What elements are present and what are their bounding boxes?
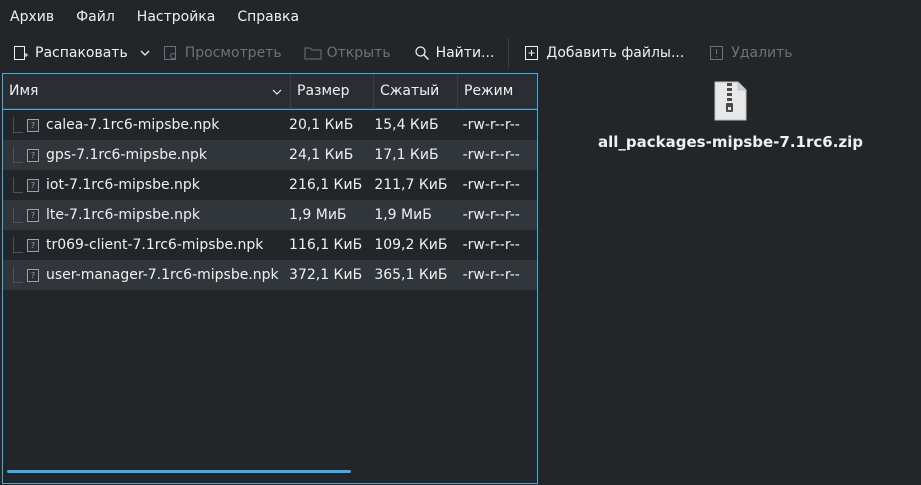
column-header-name-label: Имя (9, 83, 39, 99)
file-unknown-icon: ? (27, 238, 39, 252)
cell-name: ? user-manager-7.1rc6-mipsbe.npk (3, 267, 285, 283)
cell-name: ? lte-7.1rc6-mipsbe.npk (3, 207, 285, 223)
file-size: 24,1 КиБ (289, 147, 354, 163)
file-list-panel[interactable]: Имя Размер Сжатый Режим ? calea-7.1rc6-m… (2, 73, 538, 484)
file-name: user-manager-7.1rc6-mipsbe.npk (46, 267, 279, 283)
tree-branch (13, 162, 23, 163)
table-row[interactable]: ? calea-7.1rc6-mipsbe.npk 20,1 КиБ 15,4 … (3, 109, 537, 140)
file-mode: -rw-r--r-- (462, 237, 520, 253)
preview-label: Просмотреть (184, 45, 282, 61)
delete-label: Удалить (731, 45, 793, 61)
cell-name: ? calea-7.1rc6-mipsbe.npk (3, 117, 285, 133)
tree-line (13, 117, 14, 133)
file-name: tr069-client-7.1rc6-mipsbe.npk (46, 237, 264, 253)
cell-name: ? gps-7.1rc6-mipsbe.npk (3, 147, 285, 163)
tree-line (13, 147, 14, 163)
file-rows: ? calea-7.1rc6-mipsbe.npk 20,1 КиБ 15,4 … (3, 109, 537, 290)
tree-line (13, 267, 14, 282)
table-row[interactable]: ? lte-7.1rc6-mipsbe.npk 1,9 МиБ 1,9 МиБ … (3, 200, 537, 230)
file-mode: -rw-r--r-- (462, 117, 520, 133)
tree-branch (13, 222, 23, 223)
file-unknown-icon: ? (27, 148, 39, 162)
info-pane: all_packages-mipsbe-7.1rc6.zip (540, 73, 921, 485)
column-header-compressed-label: Сжатый (380, 83, 440, 99)
file-compressed: 109,2 КиБ (374, 237, 448, 253)
preview-button[interactable]: Просмотреть (156, 38, 288, 68)
file-mode: -rw-r--r-- (462, 147, 520, 163)
archive-filename: all_packages-mipsbe-7.1rc6.zip (598, 133, 863, 151)
file-name: calea-7.1rc6-mipsbe.npk (46, 117, 220, 133)
file-compressed: 365,1 КиБ (374, 267, 448, 283)
toolbar-separator (508, 38, 510, 68)
file-size: 1,9 МиБ (289, 207, 347, 223)
extract-dropdown-chevron-icon[interactable] (134, 38, 156, 68)
menu-settings[interactable]: Настройка (126, 0, 227, 34)
file-compressed: 1,9 МиБ (374, 207, 432, 223)
table-header: Имя Размер Сжатый Режим (3, 74, 537, 109)
toolbar: Распаковать Просмотреть Открыть Найти...… (0, 36, 921, 70)
preview-icon (162, 44, 180, 62)
column-header-mode[interactable]: Режим (458, 74, 534, 108)
menu-bar: Архив Файл Настройка Справка (0, 0, 921, 34)
file-size: 116,1 КиБ (289, 237, 363, 253)
delete-button[interactable]: Удалить (702, 38, 798, 68)
file-name: lte-7.1rc6-mipsbe.npk (46, 207, 200, 223)
file-compressed: 15,4 КиБ (374, 117, 439, 133)
column-header-size-label: Размер (297, 83, 350, 99)
file-size: 372,1 КиБ (289, 267, 363, 283)
file-mode: -rw-r--r-- (462, 177, 520, 193)
file-name: gps-7.1rc6-mipsbe.npk (46, 147, 208, 163)
folder-icon (304, 44, 322, 62)
horizontal-scrollbar[interactable] (7, 470, 351, 473)
add-file-icon (523, 44, 541, 62)
cell-name: ? iot-7.1rc6-mipsbe.npk (3, 177, 285, 193)
file-unknown-icon: ? (27, 118, 39, 132)
table-row[interactable]: ? user-manager-7.1rc6-mipsbe.npk 372,1 К… (3, 260, 537, 290)
open-button[interactable]: Открыть (298, 38, 397, 68)
table-row[interactable]: ? tr069-client-7.1rc6-mipsbe.npk 116,1 К… (3, 230, 537, 260)
file-unknown-icon: ? (27, 178, 39, 192)
file-unknown-icon: ? (27, 208, 39, 222)
menu-file[interactable]: Файл (65, 0, 126, 34)
file-compressed: 17,1 КиБ (374, 147, 439, 163)
open-label: Открыть (326, 45, 391, 61)
cell-name: ? tr069-client-7.1rc6-mipsbe.npk (3, 237, 285, 253)
find-button[interactable]: Найти... (407, 38, 501, 68)
file-size: 216,1 КиБ (289, 177, 363, 193)
tree-branch (13, 252, 23, 253)
menu-help[interactable]: Справка (226, 0, 310, 34)
file-mode: -rw-r--r-- (462, 267, 520, 283)
tree-branch (13, 192, 23, 193)
add-files-label: Добавить файлы... (546, 45, 685, 61)
column-header-size[interactable]: Размер (291, 74, 374, 108)
find-label: Найти... (435, 45, 495, 61)
tree-line (13, 177, 14, 193)
extract-button[interactable]: Распаковать (0, 38, 134, 68)
delete-file-icon (708, 44, 726, 62)
file-size: 20,1 КиБ (289, 117, 354, 133)
menu-archive[interactable]: Архив (0, 0, 65, 34)
extract-label: Распаковать (35, 45, 128, 61)
file-name: iot-7.1rc6-mipsbe.npk (46, 177, 200, 193)
zip-archive-icon (712, 81, 748, 121)
sort-chevron-down-icon (272, 74, 282, 108)
extract-icon (12, 44, 30, 62)
add-files-button[interactable]: Добавить файлы... (517, 38, 690, 68)
file-unknown-icon: ? (27, 268, 39, 282)
column-header-mode-label: Режим (464, 83, 514, 99)
file-compressed: 211,7 КиБ (374, 177, 448, 193)
table-row[interactable]: ? gps-7.1rc6-mipsbe.npk 24,1 КиБ 17,1 Ки… (3, 140, 537, 170)
tree-branch (13, 132, 23, 133)
tree-line (13, 207, 14, 223)
tree-branch (13, 282, 23, 283)
search-icon (413, 44, 431, 62)
table-row[interactable]: ? iot-7.1rc6-mipsbe.npk 216,1 КиБ 211,7 … (3, 170, 537, 200)
column-header-compressed[interactable]: Сжатый (374, 74, 458, 108)
tree-line (13, 237, 14, 253)
file-mode: -rw-r--r-- (462, 207, 520, 223)
column-header-name[interactable]: Имя (3, 74, 291, 108)
